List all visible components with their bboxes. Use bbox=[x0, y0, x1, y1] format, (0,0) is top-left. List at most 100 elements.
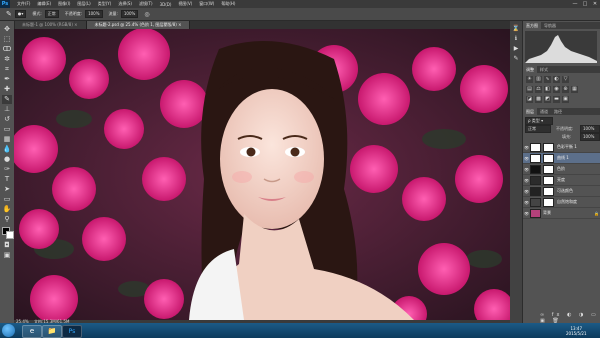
layer-row[interactable]: 👁 色彩平衡 1 bbox=[523, 142, 600, 153]
menu-edit[interactable]: 编辑(E) bbox=[37, 1, 51, 7]
layer-row-background[interactable]: 👁 背景 🔒 bbox=[523, 208, 600, 219]
flow-input[interactable]: 100% bbox=[120, 10, 139, 18]
vibrance-icon[interactable]: ▽ bbox=[562, 76, 569, 83]
type-tool-icon[interactable]: T bbox=[2, 175, 12, 184]
visibility-eye-icon[interactable]: 👁 bbox=[523, 189, 530, 194]
tab-adjustments[interactable]: 调整 bbox=[523, 66, 537, 73]
color-balance-icon[interactable]: ⚖ bbox=[535, 86, 542, 93]
marquee-tool-icon[interactable]: ⬚ bbox=[2, 35, 12, 44]
move-tool-icon[interactable]: ✥ bbox=[2, 25, 12, 34]
visibility-eye-icon[interactable]: 👁 bbox=[523, 167, 530, 172]
layer-row[interactable]: 👁 自然饱和度 bbox=[523, 197, 600, 208]
quick-mask-icon[interactable]: ◘ bbox=[2, 241, 12, 250]
history-brush-tool-icon[interactable]: ↺ bbox=[2, 115, 12, 124]
opacity-input[interactable]: 100% bbox=[85, 10, 103, 18]
exposure-icon[interactable]: ◐ bbox=[553, 76, 560, 83]
menu-image[interactable]: 图像(I) bbox=[58, 1, 70, 7]
document-canvas[interactable] bbox=[14, 29, 510, 320]
posterize-icon[interactable]: ▩ bbox=[535, 96, 542, 103]
system-clock[interactable]: 13:47 2015/5/21 bbox=[566, 326, 587, 336]
hue-saturation-icon[interactable]: ▤ bbox=[526, 86, 533, 93]
tab-navigator[interactable]: 导航器 bbox=[541, 22, 559, 29]
start-button[interactable] bbox=[2, 324, 15, 337]
clone-stamp-tool-icon[interactable]: ⊥ bbox=[2, 105, 12, 114]
fill-input[interactable]: 100% bbox=[580, 133, 600, 141]
close-button[interactable]: ✕ bbox=[590, 0, 600, 8]
tab-styles[interactable]: 样式 bbox=[537, 66, 551, 73]
tab-paths[interactable]: 路径 bbox=[551, 108, 565, 115]
ie-icon[interactable]: e bbox=[22, 325, 42, 338]
threshold-icon[interactable]: ◩ bbox=[544, 96, 551, 103]
layer-row[interactable]: 👁 可选颜色 bbox=[523, 186, 600, 197]
eraser-tool-icon[interactable]: ▭ bbox=[2, 125, 12, 134]
background-color-swatch[interactable] bbox=[6, 231, 14, 239]
invert-icon[interactable]: ◪ bbox=[526, 96, 533, 103]
layer-mask-thumbnail[interactable] bbox=[543, 142, 554, 152]
black-white-icon[interactable]: ◧ bbox=[544, 86, 551, 93]
tab-histogram[interactable]: 直方图 bbox=[523, 22, 541, 29]
minimize-button[interactable]: — bbox=[570, 0, 580, 8]
visibility-eye-icon[interactable]: 👁 bbox=[523, 145, 530, 150]
blur-tool-icon[interactable]: 💧 bbox=[2, 145, 12, 154]
curves-icon[interactable]: ∿ bbox=[544, 76, 551, 83]
layer-filter-select[interactable]: ρ 类型 ▾ bbox=[525, 117, 553, 125]
maximize-button[interactable]: □ bbox=[580, 0, 590, 8]
photoshop-taskbar-icon[interactable]: Ps bbox=[62, 325, 82, 338]
history-icon[interactable]: ⌛ bbox=[512, 25, 520, 33]
pen-tool-icon[interactable]: ✑ bbox=[2, 165, 12, 174]
tab-document-2[interactable]: 未标题-2.psd @ 25.4% (色阶 1, 图层蒙版/8) × bbox=[86, 21, 191, 29]
quick-select-tool-icon[interactable]: ✲ bbox=[2, 55, 12, 64]
layer-row-selected[interactable]: 👁 曲线 1 bbox=[523, 153, 600, 164]
layers-opacity-input[interactable]: 100% bbox=[580, 125, 600, 133]
tab-document-1[interactable]: 未标题-1 @ 100% (RGB/8) × bbox=[14, 21, 87, 29]
airbrush-icon[interactable]: ◎ bbox=[144, 11, 149, 18]
properties-icon[interactable]: ℹ bbox=[512, 35, 520, 43]
hand-tool-icon[interactable]: ✋ bbox=[2, 205, 12, 214]
mode-select[interactable]: 正常 bbox=[44, 10, 59, 18]
brush-size-picker[interactable]: ●▾ bbox=[14, 10, 27, 18]
gradient-map-icon[interactable]: ▬ bbox=[553, 96, 560, 103]
brush-tool-icon[interactable]: ✎ bbox=[6, 10, 12, 18]
tab-channels[interactable]: 通道 bbox=[537, 108, 551, 115]
path-select-tool-icon[interactable]: ➤ bbox=[2, 185, 12, 194]
layer-mask-thumbnail[interactable] bbox=[543, 197, 554, 207]
crop-tool-icon[interactable]: ⌗ bbox=[2, 65, 12, 74]
visibility-eye-icon[interactable]: 👁 bbox=[523, 200, 530, 205]
brush-preset-icon[interactable]: ✎ bbox=[512, 55, 520, 63]
visibility-eye-icon[interactable]: 👁 bbox=[523, 211, 530, 216]
menu-window[interactable]: 窗口(W) bbox=[199, 1, 214, 7]
visibility-eye-icon[interactable]: 👁 bbox=[523, 178, 530, 183]
channel-mixer-icon[interactable]: ⊕ bbox=[562, 86, 569, 93]
layer-row[interactable]: 👁 亮度 bbox=[523, 175, 600, 186]
shape-tool-icon[interactable]: ▭ bbox=[2, 195, 12, 204]
explorer-icon[interactable]: 📁 bbox=[42, 325, 62, 338]
dodge-tool-icon[interactable]: ● bbox=[2, 155, 12, 164]
menu-select[interactable]: 选择(S) bbox=[118, 1, 132, 7]
layer-mask-thumbnail[interactable] bbox=[543, 153, 554, 163]
menu-view[interactable]: 视图(V) bbox=[178, 1, 192, 7]
blend-mode-select[interactable]: 正常 bbox=[525, 125, 551, 133]
layer-mask-thumbnail[interactable] bbox=[543, 175, 554, 185]
photo-filter-icon[interactable]: ◉ bbox=[553, 86, 560, 93]
brightness-icon[interactable]: ☀ bbox=[526, 76, 533, 83]
menu-type[interactable]: 类型(Y) bbox=[98, 1, 112, 7]
layer-mask-thumbnail[interactable] bbox=[543, 164, 554, 174]
levels-icon[interactable]: ▥ bbox=[535, 76, 542, 83]
menu-3d[interactable]: 3D(D) bbox=[160, 2, 172, 7]
color-lookup-icon[interactable]: ▦ bbox=[571, 86, 578, 93]
layer-mask-thumbnail[interactable] bbox=[543, 186, 554, 196]
brush-tool-icon[interactable]: ✎ bbox=[2, 95, 12, 104]
actions-icon[interactable]: ▶ bbox=[512, 45, 520, 53]
screen-mode-icon[interactable]: ▣ bbox=[2, 251, 12, 260]
tab-layers[interactable]: 图层 bbox=[523, 108, 537, 115]
menu-layer[interactable]: 图层(L) bbox=[77, 1, 90, 7]
visibility-eye-icon[interactable]: 👁 bbox=[523, 156, 530, 161]
healing-brush-tool-icon[interactable]: ✚ bbox=[2, 85, 12, 94]
zoom-tool-icon[interactable]: ⚲ bbox=[2, 215, 12, 224]
eyedropper-tool-icon[interactable]: ✒ bbox=[2, 75, 12, 84]
selective-color-icon[interactable]: ▣ bbox=[562, 96, 569, 103]
menu-file[interactable]: 文件(F) bbox=[17, 1, 30, 7]
layer-row[interactable]: 👁 色阶 bbox=[523, 164, 600, 175]
menu-help[interactable]: 帮助(H) bbox=[221, 1, 235, 7]
lasso-tool-icon[interactable]: ↀ bbox=[2, 45, 12, 54]
